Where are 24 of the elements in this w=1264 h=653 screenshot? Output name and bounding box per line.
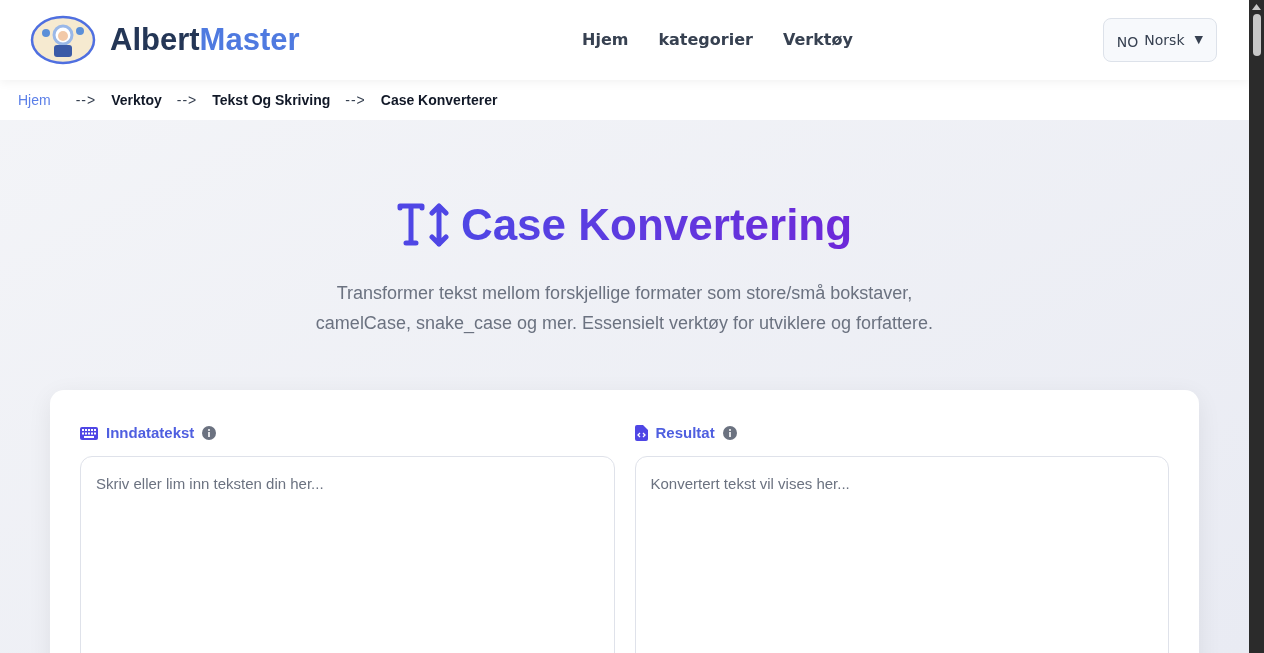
panel-label: Resultat <box>655 422 715 443</box>
text-height-icon <box>396 203 451 247</box>
language-selector[interactable]: NO Norsk ▼ <box>1102 18 1217 62</box>
site-logo-text[interactable]: AlbertMaster <box>110 16 300 64</box>
code-file-icon <box>634 425 648 441</box>
page-description: Transformer tekst mellom forskjellige formater som store/små bokstaver, camelCase, snake_case og mer. Essensielt verktøy for utviklere og forfattere. <box>314 282 935 336</box>
breadcrumb-item: Verktoy <box>111 90 162 110</box>
nav-link[interactable]: Hjem <box>582 28 629 52</box>
breadcrumb-link[interactable]: Hjem <box>18 89 51 111</box>
panel-label: Inndatatekst <box>106 422 195 443</box>
scrollbar-drawing[interactable] <box>1249 0 1264 653</box>
breadcrumb-separator: --> <box>345 90 366 110</box>
logo-drawing[interactable] <box>30 15 96 65</box>
info-icon[interactable] <box>202 426 217 440</box>
nav-link[interactable]: Verktøy <box>782 28 853 52</box>
breadcrumb-item: Tekst Og Skriving <box>212 90 331 110</box>
info-icon[interactable] <box>722 426 737 440</box>
breadcrumb-item: Case Konverterer <box>380 90 498 110</box>
input-text-field[interactable]: Skriv eller lim inn teksten din her... <box>80 456 615 653</box>
keyboard-icon <box>80 426 98 440</box>
result-text-field[interactable]: Konvertert tekst vil vises her... <box>634 456 1169 653</box>
breadcrumb-separator: --> <box>176 90 198 110</box>
breadcrumb-separator: --> <box>75 90 97 110</box>
nav-link[interactable]: kategorier <box>658 28 753 52</box>
